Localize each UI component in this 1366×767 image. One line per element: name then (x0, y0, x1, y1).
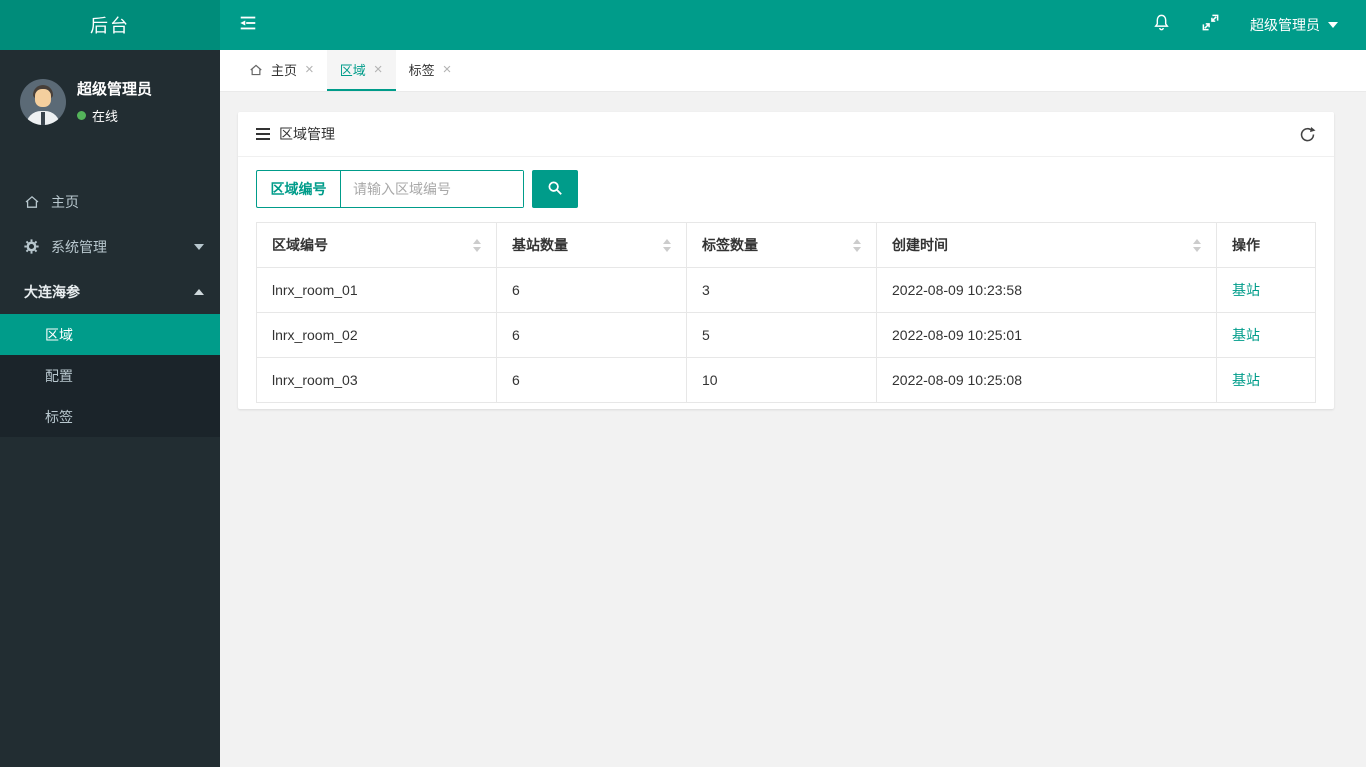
sidebar-item-label: 标签 (45, 408, 73, 425)
compress-icon (1201, 13, 1220, 37)
base-station-link[interactable]: 基站 (1232, 372, 1260, 388)
tab-label: 区域 (339, 63, 366, 78)
table-row: lnrx_room_03 6 10 2022-08-09 10:25:08 基站 (256, 357, 1316, 403)
cell-created-at: 2022-08-09 10:25:01 (876, 312, 1217, 358)
column-header-region[interactable]: 区域编号 (256, 222, 497, 268)
user-name: 超级管理员 (77, 81, 153, 98)
region-id-input[interactable] (341, 171, 523, 207)
refresh-button[interactable] (1299, 126, 1316, 143)
tab-bar: 主页 × 区域 × 标签 × (220, 50, 1366, 92)
column-label: 区域编号 (272, 237, 328, 253)
main-area: 超级管理员 主页 × 区域 × 标签 × 区域管理 区域编号 请输入区域编号 区… (220, 0, 1366, 767)
sidebar-item-system-management[interactable]: 系统管理 (0, 224, 220, 269)
notifications-button[interactable] (1152, 13, 1171, 37)
tab-home[interactable]: 主页 × (236, 50, 327, 91)
sidebar-item-region[interactable]: 区域 (0, 314, 220, 355)
sidebar: 后台 超级管理员 在线 主页 系统管理 大连海参 区域 配置 标签 (0, 0, 220, 767)
card-header: 区域管理 (238, 112, 1334, 157)
user-dropdown-label: 超级管理员 (1250, 17, 1320, 33)
region-table: 区域编号 基站数量 标签数量 创建时间 操作 lnrx_room_01 6 3 … (256, 222, 1316, 403)
sidebar-item-label: 系统管理 (51, 238, 107, 255)
sort-icon[interactable] (1193, 238, 1201, 252)
sidebar-item-label: 大连海参 (24, 283, 80, 300)
tab-tag[interactable]: 标签 × (396, 50, 465, 91)
online-status-icon (77, 111, 86, 120)
app-root: 后台 超级管理员 在线 主页 系统管理 大连海参 区域 配置 标签 超级管理员 … (0, 0, 1366, 767)
cell-station-count: 6 (496, 357, 687, 403)
tab-region[interactable]: 区域 × (326, 50, 396, 91)
avatar (20, 78, 66, 125)
cell-tag-count: 3 (686, 267, 877, 313)
navbar-right: 超级管理员 (1152, 13, 1366, 37)
base-station-link[interactable]: 基站 (1232, 282, 1260, 298)
sidebar-toggle-button[interactable] (220, 0, 276, 50)
sidebar-menu: 主页 系统管理 大连海参 区域 配置 标签 (0, 179, 220, 437)
cell-station-count: 6 (496, 312, 687, 358)
table-header-row: 区域编号 基站数量 标签数量 创建时间 操作 (256, 222, 1316, 268)
column-header-tags[interactable]: 标签数量 (686, 222, 877, 268)
fullscreen-button[interactable] (1201, 13, 1220, 37)
chevron-down-icon (1328, 22, 1338, 28)
tab-label: 主页 (271, 63, 298, 78)
tab-label: 标签 (408, 63, 435, 78)
user-status-label: 在线 (92, 109, 119, 124)
top-navbar: 超级管理员 (220, 0, 1366, 50)
page-content: 区域管理 区域编号 请输入区域编号 区域编号 基站数量 标签数量 创建时间 操作… (220, 92, 1366, 767)
column-label: 创建时间 (892, 237, 948, 253)
sidebar-item-home[interactable]: 主页 (0, 179, 220, 224)
bell-icon (1152, 13, 1171, 37)
search-button[interactable] (532, 170, 578, 208)
close-icon[interactable]: × (374, 62, 383, 77)
cell-created-at: 2022-08-09 10:23:58 (876, 267, 1217, 313)
card-title: 区域管理 (279, 126, 335, 142)
user-panel: 超级管理员 在线 (0, 50, 220, 149)
chevron-down-icon (194, 243, 204, 250)
cell-station-count: 6 (496, 267, 687, 313)
sort-icon[interactable] (663, 238, 671, 252)
sidebar-submenu: 区域 配置 标签 (0, 314, 220, 437)
sidebar-item-tag[interactable]: 标签 (0, 396, 220, 437)
column-label: 标签数量 (702, 237, 758, 253)
close-icon[interactable]: × (305, 62, 314, 77)
column-label: 操作 (1232, 237, 1260, 253)
sidebar-item-dalian[interactable]: 大连海参 (0, 269, 220, 314)
base-station-link[interactable]: 基站 (1232, 327, 1260, 343)
table-row: lnrx_room_02 6 5 2022-08-09 10:25:01 基站 (256, 312, 1316, 358)
column-header-action: 操作 (1216, 222, 1316, 268)
card-body: 区域编号 请输入区域编号 区域编号 基站数量 标签数量 创建时间 操作 lnrx… (238, 157, 1334, 409)
sidebar-item-label: 主页 (51, 193, 79, 210)
search-input-group: 区域编号 (256, 170, 524, 208)
sort-icon[interactable] (473, 238, 481, 252)
home-icon (249, 63, 263, 77)
cell-created-at: 2022-08-09 10:25:08 (876, 357, 1217, 403)
list-icon (256, 128, 270, 140)
sort-icon[interactable] (853, 238, 861, 252)
search-field-label: 区域编号 (257, 171, 341, 207)
sidebar-item-config[interactable]: 配置 (0, 355, 220, 396)
user-dropdown[interactable]: 超级管理员 (1250, 15, 1338, 35)
sidebar-item-label: 区域 (45, 326, 73, 343)
cell-region-id: lnrx_room_02 (256, 312, 497, 358)
column-header-created[interactable]: 创建时间 (876, 222, 1217, 268)
column-label: 基站数量 (512, 237, 568, 253)
user-status: 在线 (77, 106, 152, 125)
region-management-card: 区域管理 区域编号 请输入区域编号 区域编号 基站数量 标签数量 创建时间 操作… (238, 112, 1334, 409)
cell-tag-count: 10 (686, 357, 877, 403)
search-icon (547, 180, 563, 199)
cell-region-id: lnrx_room_03 (256, 357, 497, 403)
gear-icon (24, 239, 42, 254)
sidebar-collapse-icon (238, 14, 258, 37)
column-header-stations[interactable]: 基站数量 (496, 222, 687, 268)
table-row: lnrx_room_01 6 3 2022-08-09 10:23:58 基站 (256, 267, 1316, 313)
sidebar-item-label: 配置 (45, 367, 73, 384)
close-icon[interactable]: × (443, 62, 452, 77)
home-icon (24, 194, 42, 210)
cell-region-id: lnrx_room_01 (256, 267, 497, 313)
cell-tag-count: 5 (686, 312, 877, 358)
app-logo: 后台 (0, 0, 220, 50)
chevron-up-icon (194, 288, 204, 295)
search-form: 区域编号 (256, 170, 1316, 208)
